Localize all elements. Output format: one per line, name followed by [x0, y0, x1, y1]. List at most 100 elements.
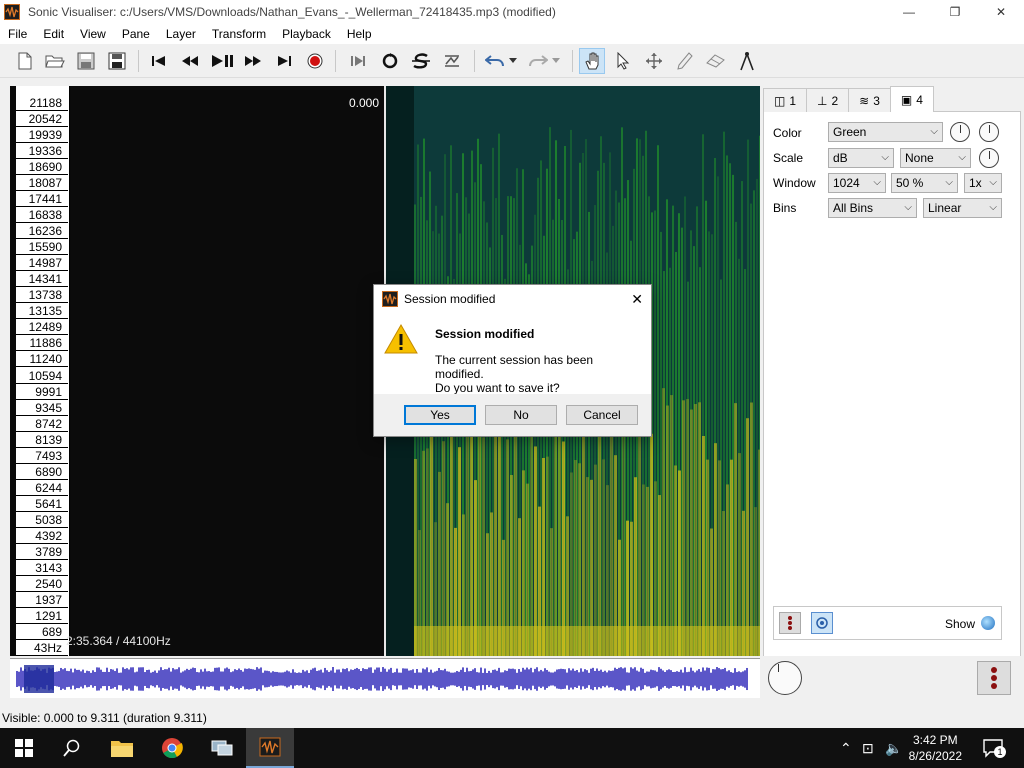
- rewind-start-icon[interactable]: [146, 48, 172, 74]
- tab-3[interactable]: ≋ 3: [848, 88, 891, 112]
- layer-playback-speaker-icon[interactable]: [811, 612, 833, 634]
- menu-file[interactable]: File: [0, 24, 35, 44]
- measure-icon[interactable]: [734, 48, 760, 74]
- scale-label: Scale: [773, 151, 804, 165]
- close-button[interactable]: ✕: [978, 0, 1024, 24]
- record-icon[interactable]: [302, 48, 328, 74]
- maximize-button[interactable]: ❐: [932, 0, 978, 24]
- solo-icon[interactable]: [408, 48, 434, 74]
- show-label: Show: [945, 617, 976, 631]
- no-button[interactable]: No: [485, 405, 557, 425]
- save-icon[interactable]: [73, 48, 99, 74]
- window-title: Sonic Visualiser: c:/Users/VMS/Downloads…: [28, 5, 556, 19]
- frequency-scale-label: 13738: [16, 288, 68, 304]
- dialog-close-icon[interactable]: ✕: [631, 291, 643, 308]
- title-bar: Sonic Visualiser: c:/Users/VMS/Downloads…: [0, 0, 1024, 24]
- frequency-scale-label: 10594: [16, 369, 68, 384]
- frequency-scale-label: 12489: [16, 320, 68, 336]
- bins-label: Bins: [773, 201, 797, 215]
- frequency-scale-label: 21188: [16, 96, 68, 111]
- menu-help[interactable]: Help: [339, 24, 380, 44]
- time-readout-left: 0.000: [349, 96, 380, 110]
- menu-edit[interactable]: Edit: [35, 24, 72, 44]
- menu-layer[interactable]: Layer: [158, 24, 204, 44]
- network-tray-icon[interactable]: ⊡: [862, 740, 874, 757]
- color-rotation-knob-icon[interactable]: [950, 122, 970, 142]
- play-pause-icon[interactable]: [209, 48, 235, 74]
- undo-dropdown-icon[interactable]: [506, 48, 520, 74]
- toolbar: [0, 44, 1024, 78]
- navigate-hand-icon[interactable]: [579, 48, 605, 74]
- frequency-scale-select[interactable]: Linear ⌵: [923, 198, 1002, 218]
- windows-start-icon[interactable]: [0, 728, 48, 768]
- frequency-scale-label: 3143: [16, 561, 68, 576]
- file-explorer-icon[interactable]: [98, 728, 146, 768]
- save-as-icon[interactable]: [104, 48, 130, 74]
- scale-select[interactable]: dB ⌵: [828, 148, 894, 168]
- color-select[interactable]: Green ⌵: [828, 122, 943, 142]
- frequency-scale-label: 19336: [16, 144, 68, 160]
- frequency-scale-label: 11886: [16, 336, 68, 352]
- loop-icon[interactable]: [377, 48, 403, 74]
- tab-2[interactable]: ⊥ 2: [806, 88, 850, 112]
- tray-chevron-icon[interactable]: ⌃: [840, 740, 852, 757]
- minimize-button[interactable]: —: [886, 0, 932, 24]
- fast-forward-icon[interactable]: [240, 48, 266, 74]
- select-arrow-icon[interactable]: [610, 48, 636, 74]
- tab-1[interactable]: ◫ 1: [763, 88, 808, 112]
- session-modified-dialog: Session modified ✕ Session modified The …: [373, 284, 652, 437]
- tab-4[interactable]: ▣ 4: [889, 86, 934, 112]
- menu-pane[interactable]: Pane: [114, 24, 158, 44]
- volume-dial-icon[interactable]: [768, 661, 802, 695]
- normalize-select[interactable]: None ⌵: [900, 148, 971, 168]
- window-size-select[interactable]: 1024 ⌵: [828, 173, 886, 193]
- bins-select[interactable]: All Bins ⌵: [828, 198, 917, 218]
- playback-meter-icon[interactable]: [977, 661, 1011, 695]
- chrome-icon[interactable]: [148, 728, 196, 768]
- skip-end-icon[interactable]: [271, 48, 297, 74]
- frequency-scale-label: 14987: [16, 256, 68, 272]
- spectrogram-icon: ▣: [900, 92, 913, 107]
- status-bar: Visible: 0.000 to 9.311 (duration 9.311): [2, 711, 207, 725]
- oversampling-select[interactable]: 1x ⌵: [964, 173, 1002, 193]
- undo-icon[interactable]: [482, 48, 508, 74]
- frequency-scale-label: 1291: [16, 609, 68, 624]
- search-icon[interactable]: [48, 728, 96, 768]
- frequency-scale-label: 8139: [16, 433, 68, 448]
- dialog-title-bar: Session modified: [374, 285, 651, 313]
- frequency-scale-label: 6244: [16, 481, 68, 496]
- show-toggle-icon[interactable]: [981, 616, 995, 630]
- menu-view[interactable]: View: [72, 24, 114, 44]
- draw-pencil-icon[interactable]: [672, 48, 698, 74]
- frequency-scale-label: 2540: [16, 577, 68, 592]
- menu-transform[interactable]: Transform: [204, 24, 274, 44]
- layer-play-meter-icon[interactable]: [779, 612, 801, 634]
- notifications-icon[interactable]: 1: [982, 738, 1006, 758]
- new-session-icon[interactable]: [12, 48, 38, 74]
- color-gain-knob-icon[interactable]: [979, 122, 999, 142]
- move-icon[interactable]: [641, 48, 667, 74]
- overview-waveform[interactable]: [10, 658, 760, 698]
- play-selection-icon[interactable]: [345, 48, 371, 74]
- gain-knob-icon[interactable]: [979, 148, 999, 168]
- rewind-icon[interactable]: [177, 48, 203, 74]
- open-folder-icon[interactable]: [42, 48, 68, 74]
- frequency-scale-label: 8742: [16, 417, 68, 432]
- frequency-scale-label: 1937: [16, 593, 68, 608]
- dialog-button-row: Yes No Cancel: [374, 394, 651, 436]
- frequency-scale-label: 13135: [16, 304, 68, 320]
- waveform-pane-area[interactable]: [71, 86, 384, 656]
- network-app-icon[interactable]: [198, 728, 246, 768]
- window-overlap-select[interactable]: 50 % ⌵: [891, 173, 958, 193]
- sonic-visualiser-taskbar-icon[interactable]: [246, 728, 294, 768]
- volume-tray-icon[interactable]: 🔈: [885, 740, 902, 757]
- menu-playback[interactable]: Playback: [274, 24, 339, 44]
- yes-button[interactable]: Yes: [404, 405, 476, 425]
- window-label: Window: [773, 176, 816, 190]
- align-icon[interactable]: [439, 48, 465, 74]
- cancel-button[interactable]: Cancel: [566, 405, 638, 425]
- erase-icon[interactable]: [703, 48, 729, 74]
- redo-dropdown-icon[interactable]: [549, 48, 563, 74]
- redo-icon[interactable]: [525, 48, 551, 74]
- taskbar-clock[interactable]: 3:42 PM 8/26/2022: [909, 732, 962, 764]
